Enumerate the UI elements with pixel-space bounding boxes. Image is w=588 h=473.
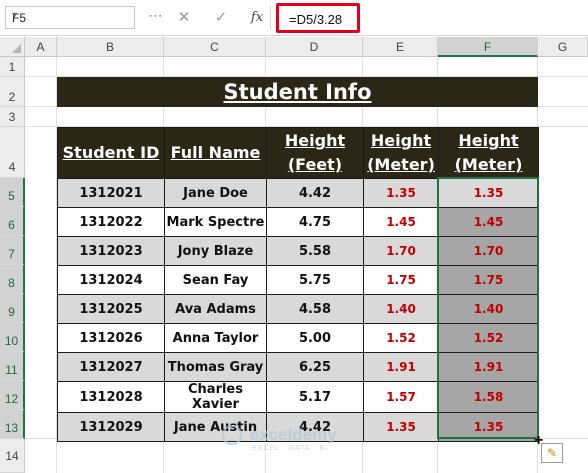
- cell-full-name[interactable]: Jane Doe: [164, 178, 267, 208]
- cell-student-id[interactable]: 1312022: [57, 207, 165, 237]
- row-header-4[interactable]: 4: [0, 127, 25, 178]
- cell-height-meter-e[interactable]: 1.57: [363, 381, 439, 413]
- cell-height-feet[interactable]: 4.75: [266, 207, 364, 237]
- cell-height-meter-f[interactable]: 1.91: [438, 352, 539, 382]
- cell-height-meter-e[interactable]: 1.35: [363, 412, 439, 442]
- table-row: 1312028 Charles Xavier 5.17 1.57 1.58: [57, 381, 539, 413]
- cell-height-meter-f[interactable]: 1.35: [438, 412, 539, 442]
- cell-height-meter-f[interactable]: 1.35: [438, 178, 539, 208]
- row-header-7[interactable]: 7: [0, 236, 25, 265]
- row-header-9[interactable]: 9: [0, 294, 25, 323]
- table-row: 1312022 Mark Spectre 4.75 1.45 1.45: [57, 207, 539, 237]
- table-row: 1312021 Jane Doe 4.42 1.35 1.35: [57, 178, 539, 208]
- cell-height-meter-e[interactable]: 1.91: [363, 352, 439, 382]
- cell-height-feet[interactable]: 5.58: [266, 236, 364, 266]
- cell-height-meter-e[interactable]: 1.70: [363, 236, 439, 266]
- column-header-d[interactable]: D: [266, 37, 363, 57]
- enter-check-icon[interactable]: ✓: [209, 7, 233, 29]
- chevron-down-icon[interactable]: ▾: [12, 10, 130, 21]
- formula-input[interactable]: =D5/3.28: [276, 3, 360, 33]
- table-row: 1312024 Sean Fay 5.75 1.75 1.75: [57, 265, 539, 295]
- cell-height-meter-f[interactable]: 1.58: [438, 381, 539, 413]
- sheet-title[interactable]: Student Info: [57, 77, 538, 107]
- row-header-1[interactable]: 1: [0, 57, 25, 77]
- column-header-a[interactable]: A: [25, 37, 57, 57]
- cell-height-meter-f[interactable]: 1.40: [438, 294, 539, 324]
- cell-height-meter-e[interactable]: 1.35: [363, 178, 439, 208]
- column-header-b[interactable]: B: [57, 37, 164, 57]
- formula-text: =D5/3.28: [289, 12, 343, 27]
- cell-student-id[interactable]: 1312028: [57, 381, 165, 413]
- cell-student-id[interactable]: 1312026: [57, 323, 165, 353]
- header-height-meter-e[interactable]: Height (Meter): [363, 127, 439, 179]
- cell-full-name[interactable]: Thomas Gray: [164, 352, 267, 382]
- column-header-g[interactable]: G: [538, 37, 588, 57]
- cell-height-feet[interactable]: 5.17: [266, 381, 364, 413]
- cell-height-meter-e[interactable]: 1.45: [363, 207, 439, 237]
- row-header-10[interactable]: 10: [0, 323, 25, 352]
- cell-height-meter-e[interactable]: 1.52: [363, 323, 439, 353]
- student-table: Student ID Full Name Height (Feet) Heigh…: [57, 127, 539, 442]
- column-header-c[interactable]: C: [164, 37, 266, 57]
- cell-height-meter-f[interactable]: 1.52: [438, 323, 539, 353]
- row-header-6[interactable]: 6: [0, 207, 25, 236]
- name-box[interactable]: F5 ▾: [5, 6, 135, 29]
- cell-height-feet[interactable]: 4.42: [266, 178, 364, 208]
- row-header-3[interactable]: 3: [0, 107, 25, 127]
- cell-height-meter-e[interactable]: 1.75: [363, 265, 439, 295]
- cell-full-name[interactable]: Anna Taylor: [164, 323, 267, 353]
- drag-handle-icon[interactable]: ⋮: [148, 9, 164, 22]
- cell-height-feet[interactable]: 4.58: [266, 294, 364, 324]
- cell-student-id[interactable]: 1312027: [57, 352, 165, 382]
- cell-student-id[interactable]: 1312021: [57, 178, 165, 208]
- header-student-id[interactable]: Student ID: [57, 127, 165, 179]
- column-header-f[interactable]: F: [438, 37, 538, 57]
- cell-full-name[interactable]: Ava Adams: [164, 294, 267, 324]
- watermark-tagline: EXCEL · DATA · BI: [252, 445, 328, 452]
- cell-height-meter-f[interactable]: 1.70: [438, 236, 539, 266]
- row-header-11[interactable]: 11: [0, 352, 25, 381]
- table-row: 1312026 Anna Taylor 5.00 1.52 1.52: [57, 323, 539, 353]
- cell-student-id[interactable]: 1312029: [57, 412, 165, 442]
- cell-student-id[interactable]: 1312023: [57, 236, 165, 266]
- cell-height-meter-f[interactable]: 1.75: [438, 265, 539, 295]
- cell-student-id[interactable]: 1312024: [57, 265, 165, 295]
- cancel-icon[interactable]: ✕: [172, 7, 196, 29]
- header-height-meter-f[interactable]: Height (Meter): [438, 127, 539, 179]
- table-row: 1312025 Ava Adams 4.58 1.40 1.40: [57, 294, 539, 324]
- header-height-feet[interactable]: Height (Feet): [266, 127, 364, 179]
- watermark-brand: exceldemy: [249, 425, 337, 444]
- cell-height-meter-e[interactable]: 1.40: [363, 294, 439, 324]
- watermark: exceldemy EXCEL · DATA · BI: [222, 425, 337, 452]
- row-header-8[interactable]: 8: [0, 265, 25, 294]
- quick-analysis-icon[interactable]: ✎: [541, 443, 563, 463]
- column-header-e[interactable]: E: [363, 37, 438, 57]
- row-header-14[interactable]: 14: [0, 439, 25, 473]
- cell-height-meter-f[interactable]: 1.45: [438, 207, 539, 237]
- insert-function-icon[interactable]: fx: [245, 7, 269, 29]
- cell-height-feet[interactable]: 5.75: [266, 265, 364, 295]
- exceldemy-logo-icon: [222, 425, 242, 445]
- cell-student-id[interactable]: 1312025: [57, 294, 165, 324]
- row-header-2[interactable]: 2: [0, 77, 25, 107]
- cell-height-feet[interactable]: 5.00: [266, 323, 364, 353]
- cell-full-name[interactable]: Jony Blaze: [164, 236, 267, 266]
- select-all-button[interactable]: [0, 37, 25, 57]
- cell-height-feet[interactable]: 6.25: [266, 352, 364, 382]
- row-header-5[interactable]: 5: [0, 178, 25, 207]
- header-full-name[interactable]: Full Name: [164, 127, 267, 179]
- table-row: 1312027 Thomas Gray 6.25 1.91 1.91: [57, 352, 539, 382]
- row-header-12[interactable]: 12: [0, 381, 25, 410]
- cell-full-name[interactable]: Charles Xavier: [164, 381, 267, 413]
- table-row: 1312023 Jony Blaze 5.58 1.70 1.70: [57, 236, 539, 266]
- cell-full-name[interactable]: Sean Fay: [164, 265, 267, 295]
- row-header-13[interactable]: 13: [0, 410, 25, 439]
- cell-full-name[interactable]: Mark Spectre: [164, 207, 267, 237]
- formula-bar: F5 ▾ ⋮ ✕ ✓ fx =D5/3.28: [0, 0, 588, 36]
